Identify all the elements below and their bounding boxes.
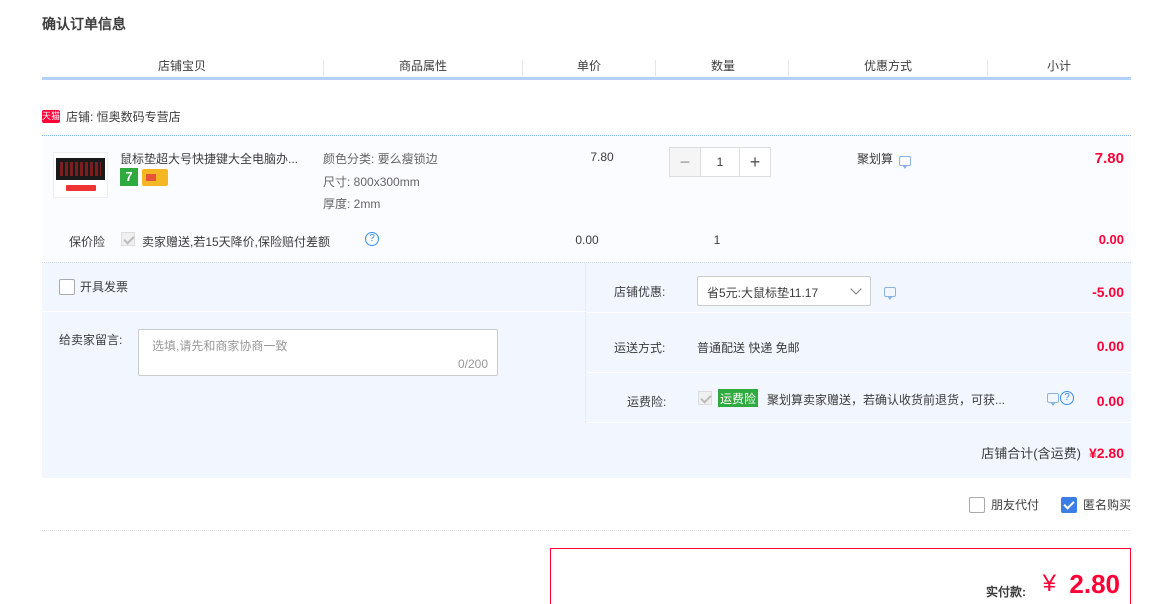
store-total-label: 店铺合计(含运费) [981,446,1081,461]
column-divider [987,60,988,76]
help-icon[interactable]: ? [365,232,379,246]
chat-bubble-icon[interactable] [899,155,912,169]
memo-char-count: 0/200 [457,357,488,371]
insurance-label: 保价险 [69,235,106,249]
freight-insurance-checkbox[interactable] [698,391,712,405]
order-block: 鼠标垫超大号快捷键大全电脑办... 7 颜色分类: 要么瘦锁边 尺寸: 800x… [42,135,1131,478]
store-coupon-select[interactable]: 省5元:大鼠标垫11.17 [697,276,871,306]
product-title-link[interactable]: 鼠标垫超大号快捷键大全电脑办... [120,150,320,167]
store-discount-row: 店铺优惠: 省5元:大鼠标垫11.17 -5.00 [587,263,1131,313]
store-discount-label: 店铺优惠: [614,285,666,299]
column-header-attrs: 商品属性 [398,59,447,73]
insurance-qty: 1 [713,233,721,247]
memo-placeholder: 选填,请先和商家协商一致 [152,339,288,353]
column-divider [323,60,324,76]
payment-options: 朋友代付 匿名购买 [947,496,1131,513]
freight-insurance-badge: 运费险 [718,389,759,407]
seven-day-return-icon: 7 [120,168,138,186]
invoice-option[interactable]: 开具发票 [59,278,128,295]
quantity-stepper: − 1 + [669,147,774,177]
order-details: 开具发票 给卖家留言: 选填,请先和商家协商一致 0/200 店铺优惠: 省5元… [42,262,1131,478]
column-divider [655,60,656,76]
store-total: 店铺合计(含运费) ¥2.80 [981,443,1124,462]
qty-input[interactable]: 1 [701,147,739,177]
friend-pay-label: 朋友代付 [990,498,1039,512]
insurance-row: 保价险 卖家赠送,若15天降价,保险赔付差额 ? 0.00 1 0.00 [42,232,1131,262]
invoice-label: 开具发票 [80,280,129,294]
insurance-checkbox[interactable] [121,232,135,246]
freight-insurance-label: 运费险: [627,395,667,409]
shipping-value: 普通配送 快递 免邮 [697,341,800,355]
anonymous-option[interactable]: 匿名购买 [1060,496,1131,513]
friend-pay-checkbox[interactable] [968,496,985,513]
chat-bubble-icon[interactable] [884,287,896,300]
shipping-label: 运送方式: [614,341,666,355]
divider [42,311,586,312]
tmall-icon: 天猫 [42,109,61,123]
anonymous-checkbox[interactable] [1060,496,1077,513]
currency-symbol: ¥ [1042,570,1056,597]
column-divider [522,60,523,76]
item-row: 鼠标垫超大号快捷键大全电脑办... 7 颜色分类: 要么瘦锁边 尺寸: 800x… [42,136,1131,262]
invoice-checkbox[interactable] [59,278,75,295]
shipping-row: 运送方式: 普通配送 快递 免邮 0.00 [587,313,1131,373]
promo-label: 聚划算 [857,152,894,166]
freight-insurance-row: 运费险: 运费险 聚划算卖家赠送，若确认收货前退货，可获... ? 0.00 [587,373,1131,423]
payment-summary: 实付款: ¥ 2.80 [550,548,1131,604]
product-image-keyboard [56,158,105,180]
credit-card-icon [142,169,168,186]
promo-method: 聚划算 [857,150,912,169]
payment-amount: 2.80 [1069,569,1120,599]
shop-row: 天猫 店铺: 恒奥数码专营店 [42,108,181,124]
column-header-price: 单价 [576,59,601,73]
help-icon[interactable]: ? [1060,391,1074,405]
column-header-qty: 数量 [710,59,735,73]
shop-name[interactable]: 店铺: 恒奥数码专营店 [66,108,181,125]
page-title: 确认订单信息 [42,16,126,32]
column-divider [788,60,789,76]
insurance-total: 0.00 [1098,232,1124,247]
product-thumbnail[interactable] [53,152,108,198]
qty-plus-button[interactable]: + [739,147,771,177]
store-total-amount: ¥2.80 [1088,445,1124,461]
divider [42,530,1131,531]
item-subtotal: 7.80 [1094,150,1124,167]
freight-insurance-amount: 0.00 [1096,393,1124,409]
shipping-amount: 0.00 [1096,338,1124,354]
column-header-subtotal: 小计 [1046,59,1071,73]
column-header-promo: 优惠方式 [863,59,912,73]
qty-minus-button[interactable]: − [669,147,701,177]
store-coupon-value: 省5元:大鼠标垫11.17 [707,286,819,300]
unit-price: 7.80 [590,150,614,164]
store-discount-amount: -5.00 [1092,284,1124,300]
column-header: 店铺宝贝 商品属性 单价 数量 优惠方式 小计 [42,56,1131,80]
insurance-price: 0.00 [575,233,599,247]
insurance-desc: 卖家赠送,若15天降价,保险赔付差额 [142,235,331,249]
chevron-down-icon [850,283,862,295]
memo-textarea[interactable]: 选填,请先和商家协商一致 0/200 [138,329,498,376]
attr-thickness: 厚度: 2mm [323,197,381,211]
attr-color: 颜色分类: 要么瘦锁边 [323,152,438,166]
payment-label: 实付款: [986,585,1026,599]
anonymous-label: 匿名购买 [1082,498,1131,512]
product-image-label [66,185,96,191]
left-pane: 开具发票 给卖家留言: 选填,请先和商家协商一致 0/200 [42,263,586,423]
attr-size: 尺寸: 800x300mm [323,175,420,189]
friend-pay-option[interactable]: 朋友代付 [968,496,1039,513]
freight-insurance-desc: 聚划算卖家赠送，若确认收货前退货，可获... [767,393,1006,407]
memo-label: 给卖家留言: [59,333,123,347]
chat-bubble-icon[interactable] [1047,393,1059,406]
column-header-item: 店铺宝贝 [157,59,206,73]
